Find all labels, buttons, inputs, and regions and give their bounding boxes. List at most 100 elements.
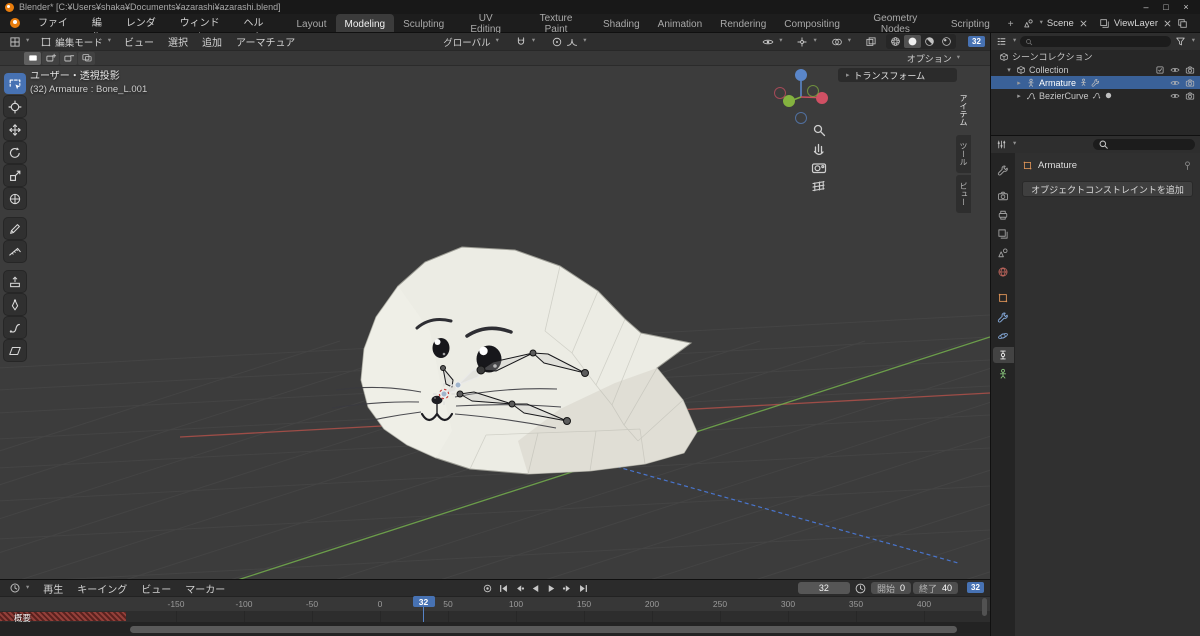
tab-object-data[interactable] xyxy=(993,366,1014,382)
jump-to-end-button[interactable] xyxy=(576,582,590,595)
topbar-menu-item[interactable]: ファイル xyxy=(26,14,80,32)
shading-solid-button[interactable] xyxy=(904,35,921,48)
disable-render-camera-icon[interactable] xyxy=(1185,91,1195,101)
workspace-tab[interactable]: Geometry Nodes xyxy=(849,14,942,32)
viewport-scene[interactable] xyxy=(0,67,990,579)
viewport-menu-item[interactable]: アーマチュア xyxy=(229,34,302,49)
expand-icon[interactable]: ▸ xyxy=(1015,92,1023,100)
topbar-menu-item[interactable]: レンダー xyxy=(114,14,168,32)
exclude-checkbox-icon[interactable] xyxy=(1155,65,1165,75)
xray-toggle[interactable] xyxy=(860,34,882,49)
vertical-scrollbar[interactable] xyxy=(982,598,987,616)
tool-extrude[interactable] xyxy=(4,271,26,292)
tool-roll[interactable] xyxy=(4,317,26,338)
gizmos-dropdown[interactable]: ▾ xyxy=(791,34,821,49)
properties-editor-icon[interactable] xyxy=(996,139,1007,150)
next-keyframe-button[interactable] xyxy=(560,582,574,595)
select-mode-extend[interactable] xyxy=(42,52,59,65)
proportional-editing-dropdown[interactable]: ▾ xyxy=(546,34,591,49)
tab-scene[interactable] xyxy=(993,245,1014,261)
timeline-menu-item[interactable]: 再生 xyxy=(36,580,70,596)
tool-bone-envelope[interactable] xyxy=(4,294,26,315)
workspace-tab[interactable]: Rendering xyxy=(711,14,775,32)
workspace-tab[interactable]: Scripting xyxy=(942,14,999,32)
sidebar-tab[interactable]: アイテム xyxy=(956,87,971,133)
timeline-menu-item[interactable]: ビュー xyxy=(134,580,178,596)
preview-range-clock-icon[interactable] xyxy=(854,582,867,595)
scene-selector[interactable]: ▾ Scene xyxy=(1023,18,1089,29)
breadcrumb-object-name[interactable]: Armature xyxy=(1038,160,1077,171)
topbar-menu-item[interactable]: ウィンドウ xyxy=(168,14,232,32)
hide-eye-icon[interactable] xyxy=(1170,91,1180,101)
transform-panel-collapsed[interactable]: ▸ トランスフォーム xyxy=(838,68,957,82)
workspace-tab[interactable]: Layout xyxy=(287,14,335,32)
workspace-tab[interactable]: + xyxy=(999,14,1023,32)
timeline-menu-item[interactable]: マーカー xyxy=(178,580,232,596)
view-layer-remove-icon[interactable] xyxy=(1162,18,1173,29)
zoom-button[interactable] xyxy=(815,126,825,136)
tool-rotate[interactable] xyxy=(4,142,26,163)
expand-icon[interactable]: ▾ xyxy=(1005,66,1013,74)
timeline-channels[interactable]: 概要 xyxy=(0,611,990,622)
shading-rendered-button[interactable] xyxy=(938,35,955,48)
tool-cursor[interactable] xyxy=(4,96,26,117)
viewport-canvas[interactable]: ユーザー・透視投影 (32) Armature : Bone_L.001 xyxy=(0,67,990,579)
filter-icon[interactable] xyxy=(1175,36,1186,47)
transform-orientation-dropdown[interactable]: グローバル ▾ xyxy=(438,34,504,49)
blender-menu-icon[interactable] xyxy=(8,17,22,29)
mode-selector[interactable]: 編集モード ▾ xyxy=(35,34,116,49)
tool-options-dropdown[interactable]: オプション ▾ xyxy=(907,52,960,65)
close-button[interactable]: × xyxy=(1177,1,1195,13)
viewport-menu-item[interactable]: ビュー xyxy=(117,34,161,49)
hide-eye-icon[interactable] xyxy=(1170,78,1180,88)
disable-render-camera-icon[interactable] xyxy=(1185,65,1195,75)
previous-keyframe-button[interactable] xyxy=(512,582,526,595)
tool-measure[interactable] xyxy=(4,241,26,262)
viewport-menu-item[interactable]: 選択 xyxy=(161,34,195,49)
tool-scale[interactable] xyxy=(4,165,26,186)
pan-hand-button[interactable] xyxy=(815,145,824,155)
tab-object[interactable] xyxy=(993,290,1014,306)
select-mode-subtract[interactable] xyxy=(60,52,77,65)
scene-unlink-icon[interactable] xyxy=(1078,18,1089,29)
outliner-row-collection[interactable]: ▾ Collection xyxy=(991,63,1200,76)
workspace-tab[interactable]: Compositing xyxy=(775,14,849,32)
tab-output[interactable] xyxy=(993,207,1014,223)
workspace-tab[interactable]: Texture Paint xyxy=(518,14,594,32)
topbar-menu-item[interactable]: ヘルプ xyxy=(232,14,276,32)
snapping-dropdown[interactable]: ▾ xyxy=(510,34,540,49)
tool-transform[interactable] xyxy=(4,188,26,209)
outliner-row-armature[interactable]: ▸ Armature xyxy=(991,76,1200,89)
hide-eye-icon[interactable] xyxy=(1170,65,1180,75)
play-button[interactable] xyxy=(544,582,558,595)
select-mode-intersect[interactable] xyxy=(78,52,95,65)
tab-constraints[interactable] xyxy=(993,347,1014,363)
disable-render-camera-icon[interactable] xyxy=(1185,78,1195,88)
tool-shear[interactable] xyxy=(4,340,26,361)
shading-wireframe-button[interactable] xyxy=(887,35,904,48)
tab-physics[interactable] xyxy=(993,328,1014,344)
pin-icon[interactable] xyxy=(1182,160,1193,171)
jump-to-start-button[interactable] xyxy=(496,582,510,595)
outliner-search-input[interactable] xyxy=(1020,36,1170,47)
play-reverse-button[interactable] xyxy=(528,582,542,595)
start-frame-field[interactable]: 開始 0 xyxy=(871,582,911,594)
view-layer-selector[interactable]: ViewLayer xyxy=(1099,18,1188,29)
workspace-tab[interactable]: UV Editing xyxy=(453,14,518,32)
end-frame-field[interactable]: 終了 40 xyxy=(913,582,958,594)
expand-icon[interactable]: ▸ xyxy=(1015,79,1023,87)
maximize-button[interactable]: □ xyxy=(1157,1,1175,13)
properties-search-input[interactable] xyxy=(1093,139,1195,150)
current-frame-field[interactable]: 32 xyxy=(798,582,850,594)
tool-move[interactable] xyxy=(4,119,26,140)
tab-modifiers[interactable] xyxy=(993,309,1014,325)
editor-type-button[interactable]: ▾ xyxy=(4,34,34,49)
add-object-constraint-button[interactable]: オブジェクトコンストレイントを追加 xyxy=(1022,181,1193,197)
horizontal-scrollbar[interactable] xyxy=(130,626,957,633)
tool-annotate[interactable] xyxy=(4,218,26,239)
tab-world[interactable] xyxy=(993,264,1014,280)
tab-render[interactable] xyxy=(993,188,1014,204)
viewport-menu-item[interactable]: 追加 xyxy=(195,34,229,49)
tab-view-layer[interactable] xyxy=(993,226,1014,242)
camera-view-button[interactable] xyxy=(813,164,826,173)
